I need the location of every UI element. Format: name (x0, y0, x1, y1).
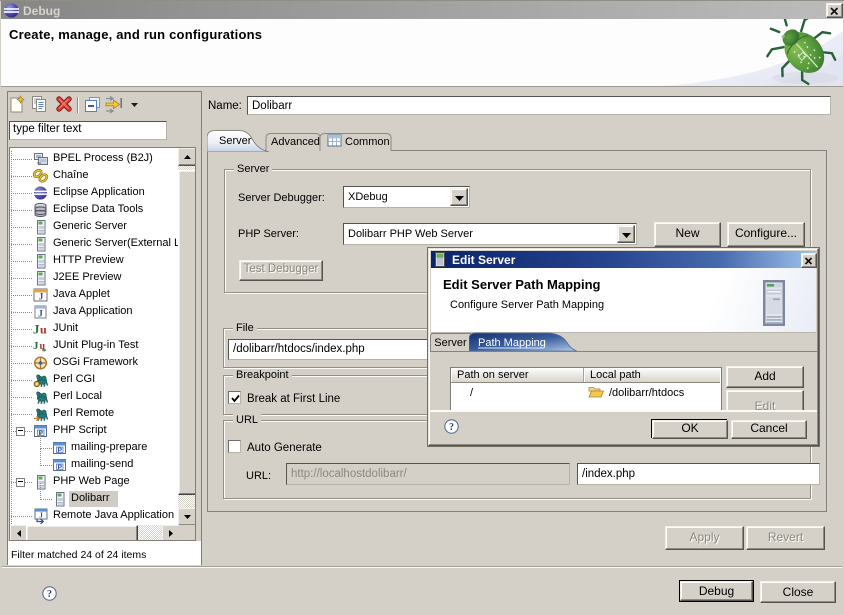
svg-text:P: P (58, 447, 63, 454)
svg-text:J: J (38, 309, 43, 319)
svg-text:J: J (39, 510, 43, 519)
svg-text:J: J (39, 291, 44, 301)
svg-text:J: J (33, 340, 39, 352)
svg-text:P: P (58, 464, 63, 471)
svg-text:?: ? (449, 422, 454, 433)
svg-text:J: J (33, 321, 40, 336)
svg-text:?: ? (47, 589, 52, 600)
svg-text:u: u (40, 322, 47, 336)
svg-text:Path Mapping: Path Mapping (478, 337, 546, 349)
